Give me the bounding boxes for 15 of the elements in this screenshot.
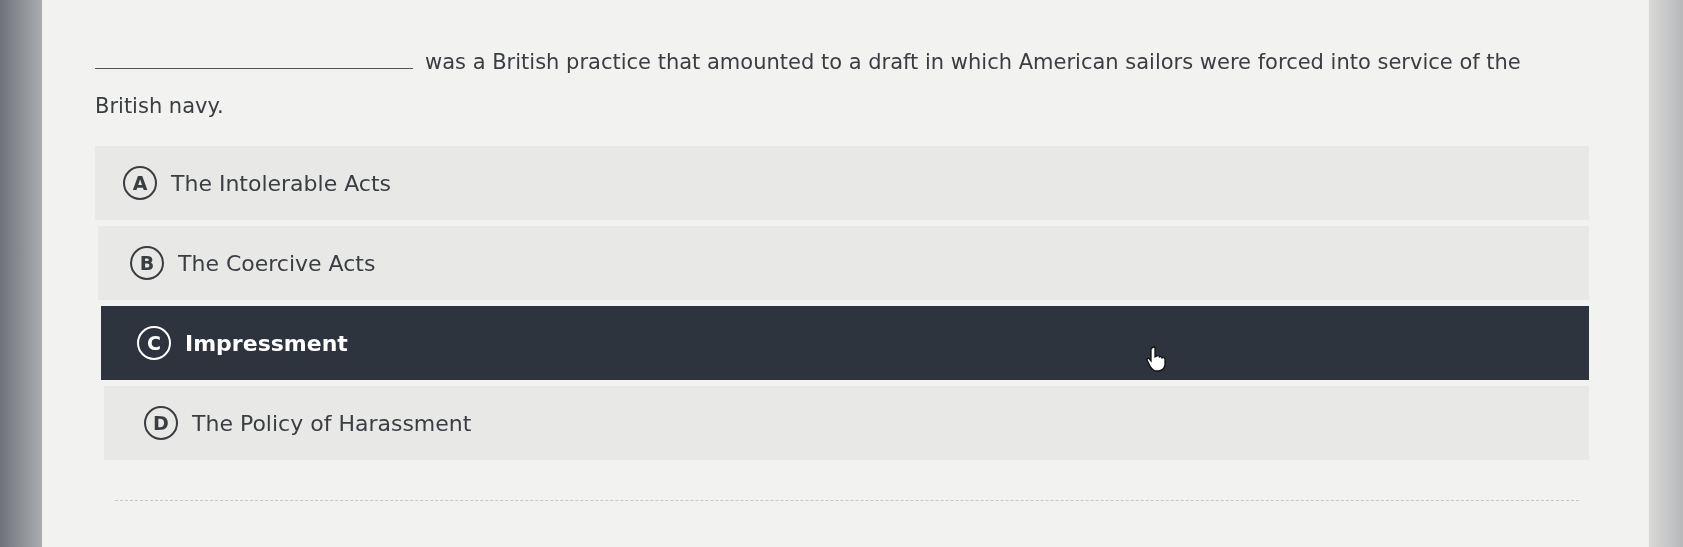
option-text: The Policy of Harassment — [192, 410, 472, 436]
option-letter: A — [123, 166, 157, 200]
option-letter: C — [137, 326, 171, 360]
option-letter: B — [130, 246, 164, 280]
option-text: Impressment — [185, 330, 348, 356]
answer-option[interactable]: D The Policy of Harassment — [104, 386, 1589, 460]
question-text: was a British practice that amounted to a draft in which American sailors were forced into service of the — [425, 49, 1521, 76]
answer-option[interactable]: C Impressment — [101, 306, 1589, 380]
hand-pointer-icon — [1146, 346, 1168, 372]
option-letter: D — [144, 406, 178, 440]
answer-option[interactable]: B The Coercive Acts — [98, 226, 1589, 300]
answer-option[interactable]: A The Intolerable Acts — [95, 146, 1589, 220]
question-text: British navy. — [95, 93, 224, 120]
option-text: The Intolerable Acts — [171, 170, 392, 196]
option-text: The Coercive Acts — [178, 250, 376, 276]
